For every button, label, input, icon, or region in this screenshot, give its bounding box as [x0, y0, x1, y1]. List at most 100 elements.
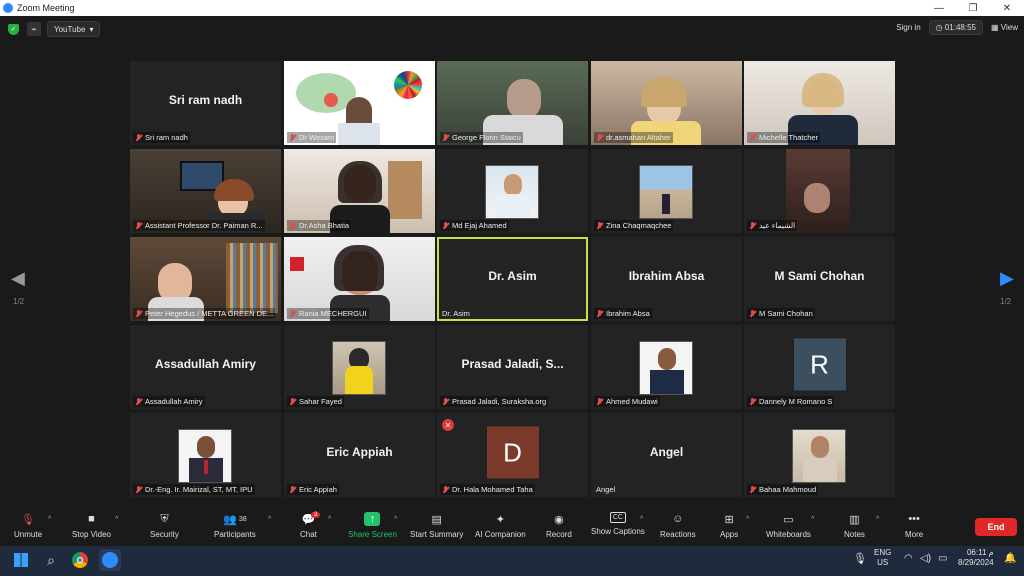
record-button[interactable]: ◉ Record — [546, 512, 572, 540]
search-icon[interactable]: ⌕ — [40, 549, 62, 571]
windows-start-icon[interactable] — [10, 549, 32, 571]
participant-tile[interactable]: Sri ram nadh Sri ram nadh — [130, 61, 281, 145]
participant-tile[interactable]: dr.asmahan Altaher — [591, 61, 742, 145]
audio-options-chevron-icon[interactable]: ^ — [48, 516, 51, 523]
participant-tile[interactable]: Dr Wesam — [284, 61, 435, 145]
muted-mic-icon — [749, 397, 756, 406]
share-screen-button[interactable]: ↑ Share Screen — [348, 512, 397, 539]
volume-icon[interactable]: ◁) — [920, 554, 931, 564]
chevron-down-icon: ▾ — [89, 24, 94, 34]
participant-name: Dannely M Romano S — [759, 397, 833, 406]
chat-chevron-icon[interactable]: ^ — [328, 516, 331, 523]
security-button[interactable]: ⛨ Security — [150, 512, 179, 540]
end-meeting-button[interactable]: End — [975, 518, 1017, 536]
participant-tile[interactable]: Dr.-Eng. Ir. Mairizal, ST, MT, IPU — [130, 413, 281, 497]
language-indicator[interactable]: ENG US — [874, 548, 891, 568]
participant-label: Peter Hegedus / METTA GREEN DE... — [133, 308, 276, 319]
muted-mic-icon — [135, 309, 142, 318]
participant-label: Prasad Jaladi, Suraksha.org — [440, 396, 549, 407]
close-button[interactable]: ✕ — [990, 0, 1024, 16]
participant-name: Md Ejaj Ahamed — [452, 221, 507, 230]
sign-in-link[interactable]: Sign in — [896, 23, 920, 32]
participant-tile[interactable]: Bahaa Mahmoud — [744, 413, 895, 497]
wifi-icon[interactable]: ◠ — [904, 554, 913, 564]
participant-display-name: Eric Appiah — [326, 445, 393, 459]
next-page-icon[interactable]: ▶ — [1000, 268, 1014, 289]
participant-name: Assistant Professor Dr. Paiman R... — [145, 221, 263, 230]
stream-dropdown[interactable]: YouTube ▾ — [47, 21, 101, 37]
reactions-label: Reactions — [660, 530, 696, 539]
participant-tile[interactable]: Ibrahim Absa Ibrahim Absa — [591, 237, 742, 321]
remove-x-icon[interactable]: ✕ — [442, 419, 454, 431]
participant-name: Eric Appiah — [299, 485, 337, 494]
view-button[interactable]: ▦ View — [991, 23, 1018, 32]
whiteboards-button[interactable]: ▭ Whiteboards — [766, 512, 811, 540]
participant-tile[interactable]: Md Ejaj Ahamed — [437, 149, 588, 233]
notification-bell-icon[interactable]: 🔔 — [1004, 554, 1016, 564]
participant-tile[interactable]: Dr.Asha Bhatia — [284, 149, 435, 233]
profile-picture — [639, 341, 693, 395]
zoom-logo-icon — [3, 3, 13, 13]
participant-tile[interactable]: Peter Hegedus / METTA GREEN DE... — [130, 237, 281, 321]
start-summary-button[interactable]: ▤ Start Summary — [410, 512, 464, 540]
notes-button[interactable]: ▥ Notes — [844, 512, 865, 540]
clock-time: 06:11 م — [966, 548, 994, 557]
page-indicator-right: 1/2 — [1000, 297, 1012, 306]
reactions-button[interactable]: ☺ Reactions — [660, 512, 696, 539]
participants-chevron-icon[interactable]: ^ — [268, 516, 271, 523]
apps-chevron-icon[interactable]: ^ — [746, 516, 749, 523]
live-stream-icon[interactable]: ⌁ — [27, 22, 41, 36]
unmute-button[interactable]: 🎙 Unmute — [14, 512, 42, 540]
battery-icon[interactable]: ▭ — [938, 554, 947, 564]
participant-tile[interactable]: M Sami Chohan M Sami Chohan — [744, 237, 895, 321]
stop-video-button[interactable]: ■ Stop Video — [72, 512, 111, 539]
minimize-button[interactable]: — — [922, 0, 956, 16]
participant-tile[interactable]: R Dannely M Romano S — [744, 325, 895, 409]
more-label: More — [905, 530, 924, 539]
chat-unread-badge: 3 — [311, 512, 321, 518]
participant-tile[interactable]: Prasad Jaladi, S... Prasad Jaladi, Surak… — [437, 325, 588, 409]
encryption-shield-icon[interactable]: ✓ — [8, 23, 19, 35]
participant-tile[interactable]: ✕ D Dr. Hala Mohamed Taha — [437, 413, 588, 497]
muted-mic-icon — [135, 133, 142, 142]
participant-label: George Florin Staicu — [440, 132, 523, 143]
more-dots-icon: ••• — [908, 513, 920, 525]
participant-name: Dr. Hala Mohamed Taha — [452, 485, 533, 494]
participant-tile[interactable]: Michelle Thatcher — [744, 61, 895, 145]
share-arrow-icon: ↑ — [364, 512, 381, 526]
start-summary-label: Start Summary — [410, 530, 464, 539]
participant-tile[interactable]: Assadullah Amiry Assadullah Amiry — [130, 325, 281, 409]
maximize-button[interactable]: ❐ — [956, 0, 990, 16]
clock[interactable]: 06:11 م 8/29/2024 — [958, 548, 994, 568]
share-chevron-icon[interactable]: ^ — [394, 516, 397, 523]
participant-tile[interactable]: Angel Angel — [591, 413, 742, 497]
clock-date: 8/29/2024 — [958, 558, 994, 567]
more-button[interactable]: ••• More — [905, 512, 923, 539]
previous-page-icon[interactable]: ◀ — [11, 268, 25, 289]
whiteboards-chevron-icon[interactable]: ^ — [811, 516, 814, 523]
ai-companion-button[interactable]: ✦ AI Companion — [475, 512, 526, 540]
participant-tile[interactable]: George Florin Staicu — [437, 61, 588, 145]
video-options-chevron-icon[interactable]: ^ — [115, 516, 118, 523]
grid-icon: ▦ — [991, 23, 999, 32]
muted-mic-icon: 🎙 — [21, 513, 35, 526]
zoom-taskbar-icon[interactable] — [99, 549, 121, 571]
participant-tile[interactable]: الشيماء عيد — [744, 149, 895, 233]
notes-chevron-icon[interactable]: ^ — [876, 516, 879, 523]
participant-tile[interactable]: Rania MECHERGUI — [284, 237, 435, 321]
show-captions-button[interactable]: CC Show Captions — [591, 512, 645, 536]
participant-tile[interactable]: Sahar Fayed — [284, 325, 435, 409]
profile-picture — [639, 165, 693, 219]
muted-mic-icon — [749, 133, 756, 142]
participant-tile[interactable]: Ahmed Mudawi — [591, 325, 742, 409]
muted-mic-icon — [442, 397, 449, 406]
chrome-icon[interactable] — [69, 549, 91, 571]
microphone-tray-icon[interactable]: 🎙 — [853, 554, 867, 565]
participant-tile[interactable]: Assistant Professor Dr. Paiman R... — [130, 149, 281, 233]
apps-button[interactable]: ⊞ Apps — [720, 512, 738, 540]
captions-chevron-icon[interactable]: ^ — [640, 516, 643, 523]
participant-tile[interactable]: Eric Appiah Eric Appiah — [284, 413, 435, 497]
participant-tile[interactable]: Zina Chaqmaqchee — [591, 149, 742, 233]
participant-tile-active-speaker[interactable]: Dr. Asim Dr. Asim — [437, 237, 588, 321]
participants-button[interactable]: 👥 38 Participants — [214, 512, 256, 540]
